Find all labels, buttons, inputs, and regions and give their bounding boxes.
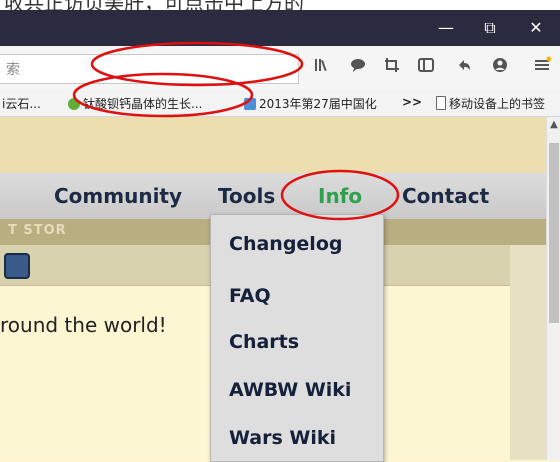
annotation-circle-info: [280, 169, 400, 221]
annotation-circle-bookmark: [72, 72, 254, 118]
annotation-circle-address: [90, 41, 304, 87]
annotation-overlay: [72, 41, 400, 221]
